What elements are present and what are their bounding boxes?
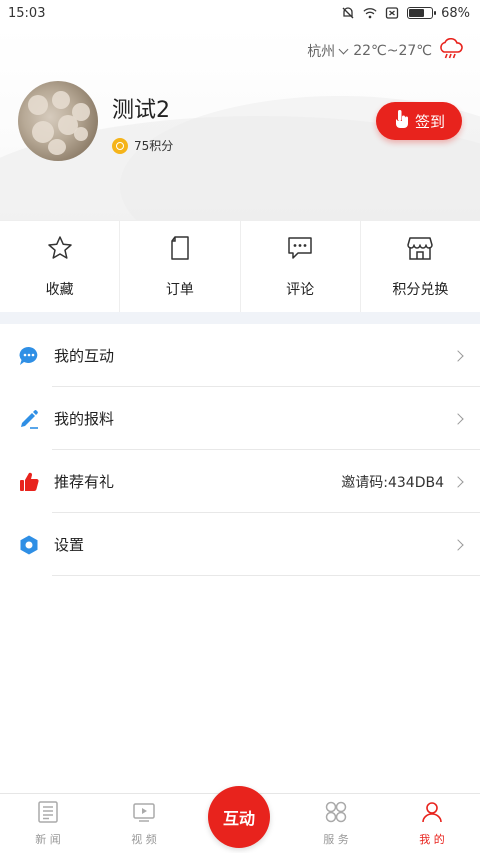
profile-header: 杭州 22℃~27℃ 测试2 75积分 签到 [0,26,480,220]
tap-hand-icon [393,109,409,133]
nav-news[interactable]: 新 闻 [0,794,96,853]
user-icon [420,800,444,827]
quick-item-label: 收藏 [45,281,74,298]
document-icon [168,235,192,265]
battery-icon [407,7,437,19]
pen-icon [18,408,40,430]
menu-item-settings[interactable]: 设置 [0,513,480,576]
no-sim-icon [385,6,399,20]
nav-video[interactable]: 视 频 [96,794,192,853]
temperature-range: 22℃~27℃ [353,43,432,59]
username[interactable]: 测试2 [112,92,170,124]
comment-icon [286,235,314,265]
chevron-down-icon [338,44,349,55]
chevron-right-icon [452,349,464,362]
nav-interact-button[interactable]: 互动 [208,786,270,848]
thumbs-up-icon [18,471,40,493]
menu-item-label: 设置 [54,536,85,554]
invite-code: 邀请码:434DB4 [341,474,444,491]
star-icon [47,235,73,265]
chevron-right-icon [452,412,464,425]
quick-item-label: 订单 [165,281,194,298]
quick-menu: 收藏 订单 评论 积分兑换 [0,220,480,312]
menu-item-referral[interactable]: 推荐有礼 邀请码:434DB4 [0,450,480,513]
nav-label: 视 频 [131,833,157,846]
section-divider [0,312,480,324]
quick-item-points-exchange[interactable]: 积分兑换 [361,221,480,312]
battery-level [409,9,425,17]
chat-bubble-icon [18,345,40,367]
menu-item-label: 我的报料 [54,410,115,428]
quick-item-favorites[interactable]: 收藏 [0,221,121,312]
signin-button[interactable]: 签到 [376,102,462,140]
signin-label: 签到 [414,112,445,131]
menu-item-label: 我的互动 [54,347,115,365]
city-name: 杭州 [307,44,336,60]
nav-label: 服 务 [323,833,349,846]
avatar[interactable] [18,81,98,161]
weather-widget[interactable]: 杭州 22℃~27℃ [307,37,464,64]
nav-center-label: 互动 [222,809,255,828]
menu-item-my-interactions[interactable]: 我的互动 [0,324,480,387]
store-icon [406,235,434,265]
coin-icon [112,137,128,154]
menu-list: 我的互动 我的报料 推荐有礼 邀请码:434DB4 设置 [0,324,480,576]
nav-services[interactable]: 服 务 [288,794,384,853]
menu-item-label: 推荐有礼 [54,473,115,491]
quick-item-label: 评论 [286,281,315,298]
chevron-right-icon [452,538,464,551]
nav-label: 我 的 [419,833,445,846]
quick-item-label: 积分兑换 [392,281,449,298]
points-value: 75积分 [134,139,174,153]
wifi-icon [363,6,377,20]
nav-label: 新 闻 [35,833,61,846]
rain-cloud-icon [438,37,464,64]
battery-percent: 68% [441,5,470,21]
settings-hex-icon [18,534,40,556]
quick-item-orders[interactable]: 订单 [120,221,241,312]
points-display[interactable]: 75积分 [112,137,173,154]
nav-mine[interactable]: 我 的 [384,794,480,853]
status-time: 15:03 [8,5,46,21]
newspaper-icon [36,800,60,827]
services-icon [324,800,348,827]
status-bar: 15:03 68% [0,0,480,26]
video-icon [132,800,156,827]
quick-item-comments[interactable]: 评论 [241,221,361,312]
mute-bell-icon [341,6,355,20]
chevron-right-icon [452,475,464,488]
city-selector[interactable]: 杭州 [307,41,349,61]
menu-item-my-reports[interactable]: 我的报料 [0,387,480,450]
